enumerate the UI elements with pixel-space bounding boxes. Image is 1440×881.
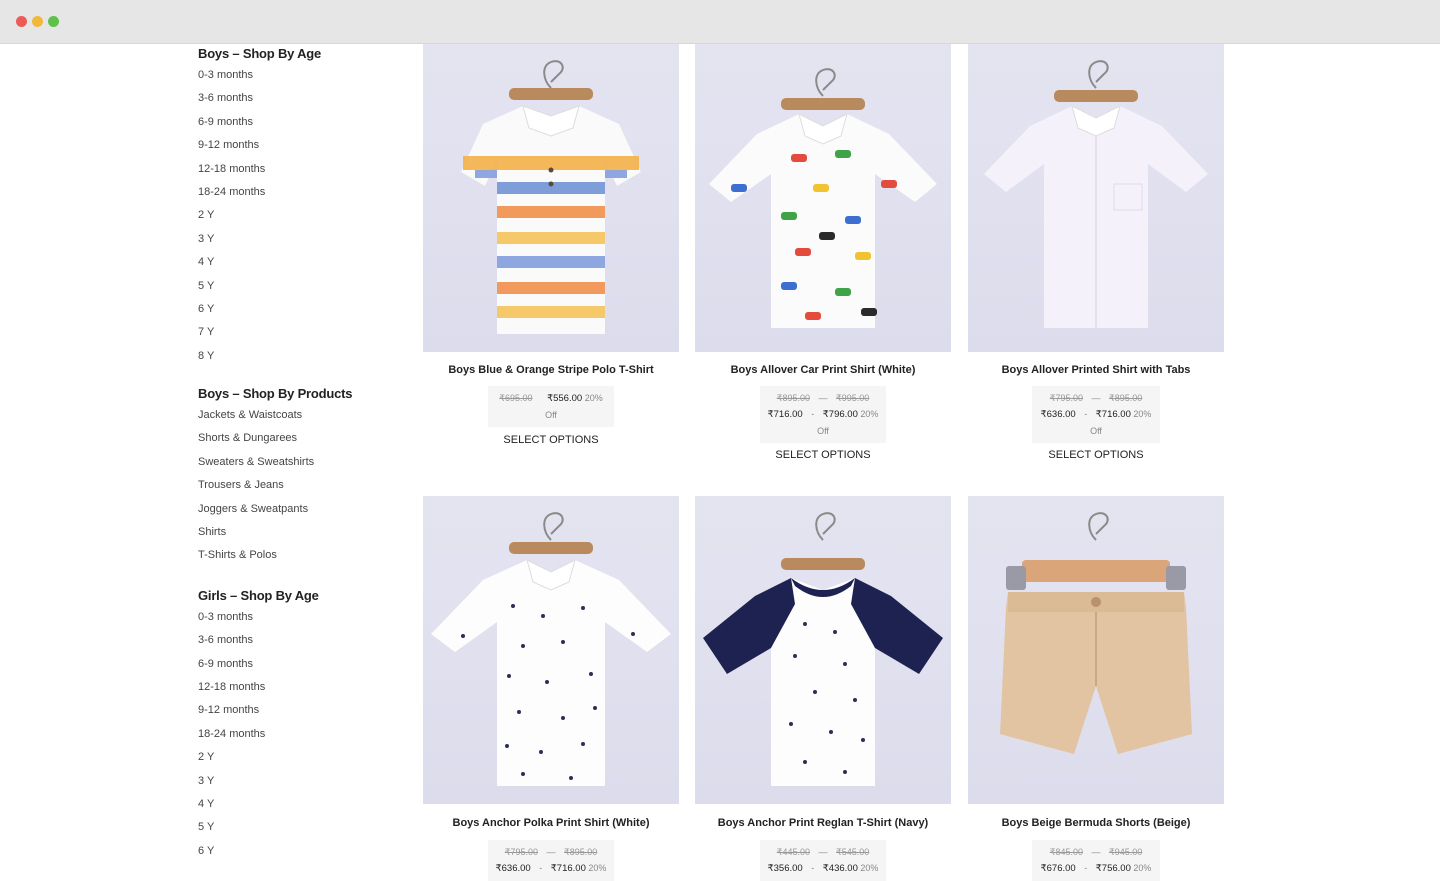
sale-price-low: ₹636.00 [495,863,531,874]
original-price-low: ₹895.00 [776,393,810,403]
product-name[interactable]: Boys Allover Car Print Shirt (White) [695,364,951,376]
filter-girls-age-item[interactable]: 12-18 months [198,676,388,699]
discount-off-label: Off [1090,426,1102,436]
select-options-button[interactable]: SELECT OPTIONS [695,449,951,461]
section-title: Girls – Shop By Age [198,587,319,603]
sale-price-low: ₹636.00 [1040,409,1076,420]
original-price-low: ₹845.00 [1049,847,1083,857]
original-price-low: ₹795.00 [1049,393,1083,403]
filter-girls-age-item[interactable]: 9-12 months [198,699,388,722]
select-options-button[interactable]: SELECT OPTIONS [968,449,1224,461]
filter-girls-age-item[interactable]: 5 Y [198,816,388,839]
boys-products-section: Boys – Shop By Products Jackets & Waistc… [198,384,388,568]
price-box: ₹795.00 — ₹895.00 ₹636.00 - ₹716.00 20% [488,840,614,881]
filter-girls-age-item[interactable]: 3-6 months [198,629,388,652]
product-name[interactable]: Boys Anchor Print Reglan T-Shirt (Navy) [695,817,951,829]
girls-age-section: Girls – Shop By Age 0-3 months 3-6 month… [198,586,388,863]
minimize-window-button[interactable] [32,16,43,27]
price-box: ₹695.00 ₹556.00 20% Off [488,386,614,427]
filter-boys-age-item[interactable]: 9-12 months [198,134,388,157]
original-price-high: ₹545.00 [836,847,870,857]
filter-girls-age-item[interactable]: 18-24 months [198,723,388,746]
price-box: ₹795.00 — ₹895.00 ₹636.00 - ₹716.00 20% … [1032,386,1160,443]
original-price-high: ₹895.00 [564,847,598,857]
product-name[interactable]: Boys Allover Printed Shirt with Tabs [968,364,1224,376]
original-price-high: ₹895.00 [1109,393,1143,403]
filter-girls-age-item[interactable]: 3 Y [198,770,388,793]
filter-boys-age-item[interactable]: 4 Y [198,251,388,274]
section-title: Boys – Shop By Products [198,386,353,402]
filter-boys-age-item[interactable]: 5 Y [198,275,388,298]
filter-girls-age-item[interactable]: 6 Y [198,840,388,863]
filter-boys-product-item[interactable]: Sweaters & Sweatshirts [198,451,388,474]
original-price-high: ₹995.00 [836,393,870,403]
filter-boys-age-item[interactable]: 7 Y [198,321,388,344]
product-name[interactable]: Boys Blue & Orange Stripe Polo T-Shirt [423,364,679,376]
filter-girls-age-item[interactable]: 6-9 months [198,653,388,676]
filter-girls-age-item[interactable]: 0-3 months [198,606,388,629]
sale-price-high: ₹756.00 [1095,863,1131,874]
filter-boys-age-item[interactable]: 3 Y [198,228,388,251]
filter-boys-age-item[interactable]: 2 Y [198,204,388,227]
original-price-low: ₹795.00 [504,847,538,857]
original-price-high: ₹945.00 [1109,847,1143,857]
select-options-button[interactable]: SELECT OPTIONS [423,434,679,446]
filter-boys-product-item[interactable]: Joggers & Sweatpants [198,498,388,521]
filter-girls-age-item[interactable]: 4 Y [198,793,388,816]
product-name[interactable]: Boys Beige Bermuda Shorts (Beige) [968,817,1224,829]
discount-badge: 20% [1133,409,1152,419]
filter-boys-age-item[interactable]: 6-9 months [198,111,388,134]
sale-price-low: ₹716.00 [767,409,803,420]
price-box: ₹845.00 — ₹945.00 ₹676.00 - ₹756.00 20% [1032,840,1160,881]
product-name[interactable]: Boys Anchor Polka Print Shirt (White) [423,817,679,829]
filter-boys-age-item[interactable]: 12-18 months [198,158,388,181]
sale-price-high: ₹716.00 [550,863,586,874]
original-price: ₹695.00 [499,393,533,403]
sale-price-low: ₹356.00 [767,863,803,874]
filter-boys-age-item[interactable]: 0-3 months [198,64,388,87]
filter-boys-product-item[interactable]: T-Shirts & Polos [198,544,388,567]
boys-age-section: Boys – Shop By Age 0-3 months 3-6 months… [198,44,388,368]
product-image[interactable] [423,44,679,352]
price-box: ₹445.00 — ₹545.00 ₹356.00 - ₹436.00 20% [760,840,886,881]
filter-boys-product-item[interactable]: Shorts & Dungarees [198,427,388,450]
product-image[interactable] [423,496,679,804]
original-price-low: ₹445.00 [776,847,810,857]
filter-boys-age-item[interactable]: 18-24 months [198,181,388,204]
discount-off-label: Off [817,426,829,436]
filter-boys-product-item[interactable]: Shirts [198,521,388,544]
sale-price-low: ₹676.00 [1040,863,1076,874]
filter-boys-age-item[interactable]: 6 Y [198,298,388,321]
product-image[interactable] [695,496,951,804]
product-image[interactable] [695,44,951,352]
maximize-window-button[interactable] [48,16,59,27]
filter-boys-age-item[interactable]: 8 Y [198,345,388,368]
price-box: ₹895.00 — ₹995.00 ₹716.00 - ₹796.00 20% … [760,386,886,443]
window-chrome [0,0,1440,44]
sale-price-high: ₹716.00 [1095,409,1131,420]
product-image[interactable] [968,496,1224,804]
filter-girls-age-item[interactable]: 2 Y [198,746,388,769]
discount-off-label: Off [545,410,557,420]
sale-price-high: ₹796.00 [822,409,858,420]
filter-boys-age-item[interactable]: 3-6 months [198,87,388,110]
discount-badge: 20% [584,393,603,403]
sale-price: ₹556.00 [547,393,583,404]
discount-badge: 20% [860,409,879,419]
filter-boys-product-item[interactable]: Jackets & Waistcoats [198,404,388,427]
section-title: Boys – Shop By Age [198,46,322,61]
product-image[interactable] [968,44,1224,352]
category-sidebar: Boys – Shop By Age 0-3 months 3-6 months… [198,44,388,863]
close-window-button[interactable] [16,16,27,27]
sale-price-high: ₹436.00 [822,863,858,874]
filter-boys-product-item[interactable]: Trousers & Jeans [198,474,388,497]
